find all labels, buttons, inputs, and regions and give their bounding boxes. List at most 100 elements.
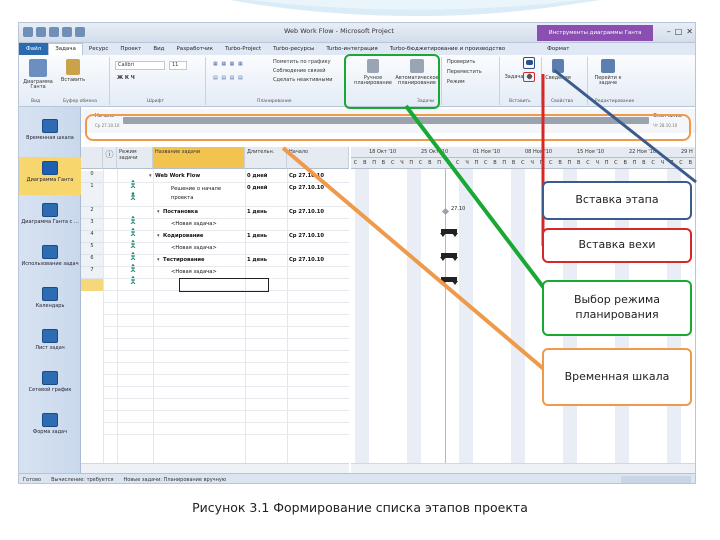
start-cell[interactable] — [289, 221, 349, 233]
view-bar-item[interactable]: Диаграмма Ганта — [19, 157, 81, 195]
font-size-select[interactable]: 11 — [169, 61, 187, 70]
close-button[interactable]: ✕ — [686, 27, 693, 36]
gantt-chart-button[interactable]: Диаграмма Ганта — [23, 59, 53, 91]
task-name-cell[interactable]: <Новая задача> — [171, 221, 243, 233]
grid-hscrollbar[interactable] — [81, 463, 349, 473]
duration-cell[interactable]: 0 дней — [247, 173, 287, 185]
gantt-day-label: П — [502, 160, 507, 166]
bold-button[interactable]: Ж К Ч — [117, 75, 135, 81]
scroll-to-task-button[interactable]: Перейти к задаче — [593, 59, 623, 87]
respect-links-button[interactable]: Соблюдение связей — [273, 68, 325, 74]
move-button[interactable]: Переместить — [447, 69, 482, 75]
insert-summary-task-button[interactable] — [523, 57, 535, 69]
task-name-cell[interactable]: <Новая задача> — [171, 245, 243, 257]
tab-7[interactable]: Turbo-ресурсы — [267, 46, 320, 52]
row-number[interactable]: 6 — [81, 255, 103, 267]
slide: Web Work Flow - Microsoft Project Инстру… — [0, 0, 720, 540]
start-cell[interactable]: Ср 27.10.10 — [289, 173, 349, 185]
gantt-summary-bar[interactable] — [440, 229, 458, 237]
row-number[interactable]: 5 — [81, 243, 103, 255]
start-cell[interactable]: Ср 27.10.10 — [289, 233, 349, 245]
information-button[interactable]: Сведения — [545, 59, 571, 81]
task-name-cell[interactable]: Кодирование — [163, 233, 243, 245]
view-bar-item[interactable]: Диаграмма Ганта с ... — [19, 199, 81, 237]
deactivate-button[interactable]: Сделать неактивными — [273, 77, 333, 83]
duration-cell[interactable]: 1 день — [247, 233, 287, 245]
gantt-hscrollbar[interactable] — [351, 463, 695, 473]
start-cell[interactable]: Ср 27.10.10 — [289, 209, 349, 221]
column-header-duration[interactable]: Длительн. — [245, 147, 287, 169]
inspect-button[interactable]: Проверить — [447, 59, 475, 65]
tab-4[interactable]: Вид — [147, 46, 170, 52]
mode-button[interactable]: Режим — [447, 79, 465, 85]
selected-cell[interactable] — [179, 278, 269, 292]
callout-timeline: Временная шкала — [542, 348, 692, 406]
duration-cell[interactable]: 1 день — [247, 257, 287, 269]
quick-access-toolbar[interactable] — [23, 27, 85, 37]
view-bar-item[interactable]: Форма задач — [19, 409, 81, 447]
row-number[interactable]: 1 — [81, 183, 103, 207]
status-ready: Готово — [23, 476, 42, 483]
gantt-day-label: С — [418, 160, 423, 166]
view-bar-item[interactable]: Временная шкала — [19, 115, 81, 153]
task-name-cell[interactable]: Решение о начале проекта — [171, 185, 243, 207]
view-bar-item[interactable]: Использование задач — [19, 241, 81, 279]
task-name-cell[interactable]: Web Work Flow — [155, 173, 243, 185]
collapse-toggle-icon[interactable]: ▾ — [157, 209, 163, 221]
minimize-button[interactable]: – — [667, 27, 671, 36]
start-cell[interactable] — [289, 245, 349, 257]
view-bar-item[interactable]: Сетевой график — [19, 367, 81, 405]
task-name-cell[interactable]: Тестирование — [163, 257, 243, 269]
tab-5[interactable]: Разработчик — [170, 46, 219, 52]
gantt-summary-bar[interactable] — [440, 253, 458, 261]
duration-cell[interactable]: 0 дней — [247, 185, 287, 197]
column-header-mode[interactable]: Режим задачи — [117, 147, 153, 169]
schedule-buttons[interactable]: ▦ ▦ ▦ ▦ — [213, 61, 244, 67]
duration-cell[interactable] — [247, 221, 287, 233]
mark-on-track-button[interactable]: Пометить по графику — [273, 59, 331, 65]
task-insert-button[interactable]: Задача — [503, 74, 525, 81]
active-row-header[interactable] — [81, 279, 103, 291]
column-header-start[interactable]: Начало — [287, 147, 349, 169]
collapse-toggle-icon[interactable]: ▾ — [157, 257, 163, 269]
callout-scheduling-mode: Выбор режима планирования — [542, 280, 692, 336]
collapse-toggle-icon[interactable]: ▾ — [149, 173, 155, 185]
schedule-buttons-2[interactable]: ▤ ▤ ▤ ▤ — [213, 75, 244, 81]
view-bar-item[interactable]: Лист задач — [19, 325, 81, 363]
tab-3[interactable]: Проект — [114, 46, 147, 52]
tab-1[interactable]: Задача — [48, 43, 83, 55]
tab-9[interactable]: Turbo-бюджетирование и производство — [384, 46, 511, 52]
task-name-cell[interactable]: Постановка — [163, 209, 243, 221]
tab-2[interactable]: Ресурс — [83, 46, 115, 52]
tab-0[interactable]: Файл — [19, 43, 49, 55]
row-number[interactable]: 3 — [81, 219, 103, 231]
task-mode-icon — [129, 245, 137, 261]
row-number[interactable]: 2 — [81, 207, 103, 219]
tab-10[interactable]: Формат — [541, 46, 575, 52]
info-icon — [552, 59, 564, 73]
zoom-slider[interactable] — [621, 476, 691, 483]
tab-8[interactable]: Turbo-интеграция — [320, 46, 383, 52]
weekend-shade — [355, 169, 369, 475]
info-column-icon[interactable]: ⓘ — [103, 147, 117, 169]
insert-milestone-button[interactable] — [523, 72, 535, 82]
status-new-tasks[interactable]: Новые задачи: Планирование вручную — [124, 477, 227, 483]
tab-6[interactable]: Turbo-Project — [219, 46, 267, 52]
paste-button[interactable]: Вставить — [59, 59, 87, 83]
row-number[interactable]: 0 — [81, 171, 103, 183]
start-cell[interactable]: Ср 27.10.10 — [289, 185, 349, 197]
start-cell[interactable] — [289, 269, 349, 281]
start-cell[interactable]: Ср 27.10.10 — [289, 257, 349, 269]
duration-cell[interactable] — [247, 245, 287, 257]
view-bar-label: Форма задач — [32, 429, 68, 435]
font-name-select[interactable]: Calibri — [115, 61, 165, 70]
gantt-summary-bar[interactable] — [440, 277, 458, 285]
row-number[interactable]: 7 — [81, 267, 103, 279]
gantt-milestone[interactable] — [441, 207, 450, 216]
row-number[interactable]: 4 — [81, 231, 103, 243]
collapse-toggle-icon[interactable]: ▾ — [157, 233, 163, 245]
duration-cell[interactable]: 1 день — [247, 209, 287, 221]
view-bar-item[interactable]: Календарь — [19, 283, 81, 321]
maximize-button[interactable]: □ — [675, 27, 683, 36]
column-header-name[interactable]: Название задачи — [153, 147, 245, 169]
